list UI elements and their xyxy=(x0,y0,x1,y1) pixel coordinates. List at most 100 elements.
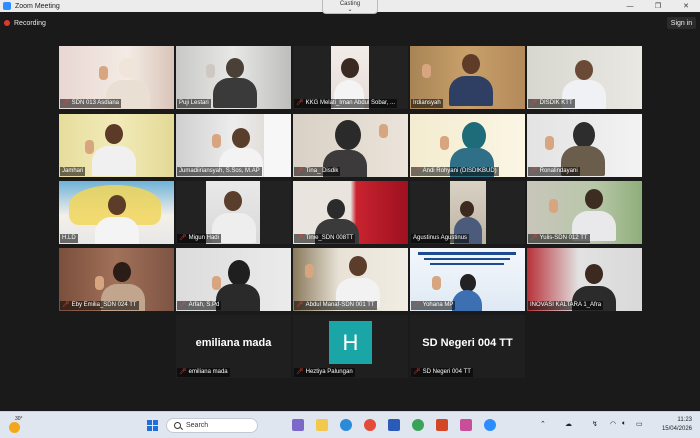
recording-indicator[interactable]: Recording xyxy=(4,17,46,29)
participant-tile-video-off[interactable]: SD Negeri 004 TT 🎤︎ SD Negeri 004 TT xyxy=(410,315,525,378)
taskbar-search-box[interactable]: Search xyxy=(166,418,258,433)
participant-tile-video-off[interactable]: emiliana mada 🎤︎ emiliana mada xyxy=(176,315,291,378)
clock-time: 11:23 xyxy=(677,417,692,423)
participant-display-name: emiliana mada xyxy=(195,337,272,349)
participant-name: Ronalindayani xyxy=(539,168,578,174)
sun-icon xyxy=(9,422,20,433)
participant-tile[interactable]: 🎤︎ Yulis-SDN 012 TT xyxy=(527,181,642,244)
participant-name: Abdul Manaf-SDN 001 TT xyxy=(305,302,375,308)
participant-tile[interactable]: 🎤︎ Arfah, S.Pd xyxy=(176,248,291,311)
zoom-app-icon[interactable] xyxy=(484,419,496,431)
battery-icon[interactable]: ▭ xyxy=(636,420,643,428)
participant-tile[interactable]: 🎤︎ Tina_ Disdik xyxy=(293,114,408,177)
minimize-button[interactable]: — xyxy=(616,0,644,12)
participant-tile[interactable]: Irdiansyah xyxy=(410,46,525,109)
window-controls: — ❐ ✕ xyxy=(616,0,700,12)
participant-name: Migun Hadi xyxy=(188,235,219,241)
participant-tile-active-speaker[interactable]: Puji Lestari xyxy=(176,46,291,109)
muted-mic-icon: 🎤︎ xyxy=(179,235,187,241)
participant-tile[interactable]: 🎤︎ Migun Hadi xyxy=(176,181,291,244)
window-title: Zoom Meeting xyxy=(15,2,60,10)
cloud-icon[interactable]: ☁ xyxy=(565,420,572,428)
chevron-up-icon[interactable]: ⌃ xyxy=(540,420,546,428)
muted-mic-icon: 🎤︎ xyxy=(413,369,421,375)
muted-mic-icon: 🎤︎ xyxy=(296,302,304,308)
search-label: Search xyxy=(186,422,209,429)
muted-mic-icon: 🎤︎ xyxy=(296,168,304,174)
app-icon[interactable] xyxy=(460,419,472,431)
sign-in-button[interactable]: Sign in xyxy=(667,17,696,29)
windows-taskbar: 30° Search ⌃ ☁ ↯ ◠ 🔈︎ ▭ 11:23 15/04/2026 xyxy=(0,411,700,438)
chrome-profile-icon[interactable] xyxy=(412,419,424,431)
file-explorer-icon[interactable] xyxy=(316,419,328,431)
word-icon[interactable] xyxy=(388,419,400,431)
participant-tile[interactable]: 🎤︎ SDN 013 Asdiana xyxy=(59,46,174,109)
muted-mic-icon: 🎤︎ xyxy=(296,235,304,241)
participant-name: Irdiansyah xyxy=(413,100,441,106)
participant-name: Puji Lestari xyxy=(179,100,209,106)
muted-mic-icon: 🎤︎ xyxy=(62,302,70,308)
muted-mic-icon: 🎤︎ xyxy=(530,168,538,174)
usb-icon[interactable]: ↯ xyxy=(592,420,598,428)
participant-name: INOVASI KALTARA 1_Afra xyxy=(530,302,602,308)
temperature: 30° xyxy=(15,416,23,422)
close-button[interactable]: ✕ xyxy=(672,0,700,12)
muted-mic-icon: 🎤︎ xyxy=(413,302,421,308)
maximize-button[interactable]: ❐ xyxy=(644,0,672,12)
chrome-browser-icon[interactable] xyxy=(364,419,376,431)
participant-name: H.LD xyxy=(62,235,76,241)
recording-dot-icon xyxy=(4,20,10,26)
edge-browser-icon[interactable] xyxy=(340,419,352,431)
muted-mic-icon: 🎤︎ xyxy=(530,100,538,106)
recording-label: Recording xyxy=(14,19,46,27)
participant-name: SD Negeri 004 TT xyxy=(422,369,471,375)
muted-mic-icon: 🎤︎ xyxy=(413,168,421,174)
participant-name: Andi Rohyani (DISDIKBUD) xyxy=(422,168,497,174)
search-icon xyxy=(174,422,181,429)
chevron-down-icon: ⌄ xyxy=(347,7,353,13)
participant-name: Agustinus Agustinus xyxy=(413,235,468,241)
participant-tile[interactable]: 🎤︎ Andi Rohyani (DISDIKBUD) xyxy=(410,114,525,177)
muted-mic-icon: 🎤︎ xyxy=(62,100,70,106)
participant-name: SDN 013 Asdiana xyxy=(71,100,119,106)
participant-tile[interactable]: 🎤︎ Abdul Manaf-SDN 001 TT xyxy=(293,248,408,311)
participant-tile[interactable]: H.LD xyxy=(59,181,174,244)
volume-icon[interactable]: 🔈︎ xyxy=(622,420,626,428)
participant-name: Jumadiiriansyah, S.Sos, M.AP xyxy=(179,168,260,174)
task-view-icon[interactable] xyxy=(292,419,304,431)
participant-tile[interactable]: 🎤︎ Yohana MP xyxy=(410,248,525,311)
muted-mic-icon: 🎤︎ xyxy=(179,369,187,375)
participant-name: Arfah, S.Pd xyxy=(188,302,220,308)
muted-mic-icon: 🎤︎ xyxy=(296,100,304,106)
participant-tile[interactable]: Agustinus Agustinus xyxy=(410,181,525,244)
participant-name: Tina_ Disdik xyxy=(305,168,339,174)
participant-name: Yulis-SDN 012 TT xyxy=(539,235,588,241)
participant-name: emiliana mada xyxy=(188,369,228,375)
muted-mic-icon: 🎤︎ xyxy=(179,302,187,308)
participant-tile-video-off[interactable]: H 🎤︎ Heztiya Palungan xyxy=(293,315,408,378)
participant-tile[interactable]: 🎤︎ KKG Melati_Iman Abdul Sobar, ... xyxy=(293,46,408,109)
start-button[interactable] xyxy=(147,420,158,431)
participant-tile[interactable]: 🎤︎ Ronalindayani xyxy=(527,114,642,177)
avatar: H xyxy=(329,321,372,364)
participant-tile[interactable]: INOVASI KALTARA 1_Afra xyxy=(527,248,642,311)
casting-banner[interactable]: Casting ⌄ xyxy=(322,0,378,14)
taskbar-clock[interactable]: 11:23 15/04/2026 xyxy=(652,416,692,434)
participant-tile[interactable]: Jamhari xyxy=(59,114,174,177)
zoom-logo-icon xyxy=(3,2,11,10)
powerpoint-icon[interactable] xyxy=(436,419,448,431)
participant-tile[interactable]: 🎤︎ Tinie_SDN 008TT xyxy=(293,181,408,244)
participant-tile[interactable]: 🎤︎ Eby Emilia_SDN 024 TT xyxy=(59,248,174,311)
participant-name: DISDIK KTT xyxy=(539,100,573,106)
muted-mic-icon: 🎤︎ xyxy=(296,369,304,375)
participant-name: KKG Melati_Iman Abdul Sobar, ... xyxy=(305,100,396,106)
participant-tile[interactable]: 🎤︎ DISDIK KTT xyxy=(527,46,642,109)
wifi-icon[interactable]: ◠ xyxy=(610,420,616,428)
participant-display-name: SD Negeri 004 TT xyxy=(422,337,513,349)
participant-name: Heztiya Palungan xyxy=(305,369,353,375)
weather-widget[interactable]: 30° xyxy=(7,416,23,434)
participant-tile[interactable]: Jumadiiriansyah, S.Sos, M.AP xyxy=(176,114,291,177)
clock-date: 15/04/2026 xyxy=(661,426,692,432)
participant-name: Tinie_SDN 008TT xyxy=(305,235,354,241)
muted-mic-icon: 🎤︎ xyxy=(530,235,538,241)
